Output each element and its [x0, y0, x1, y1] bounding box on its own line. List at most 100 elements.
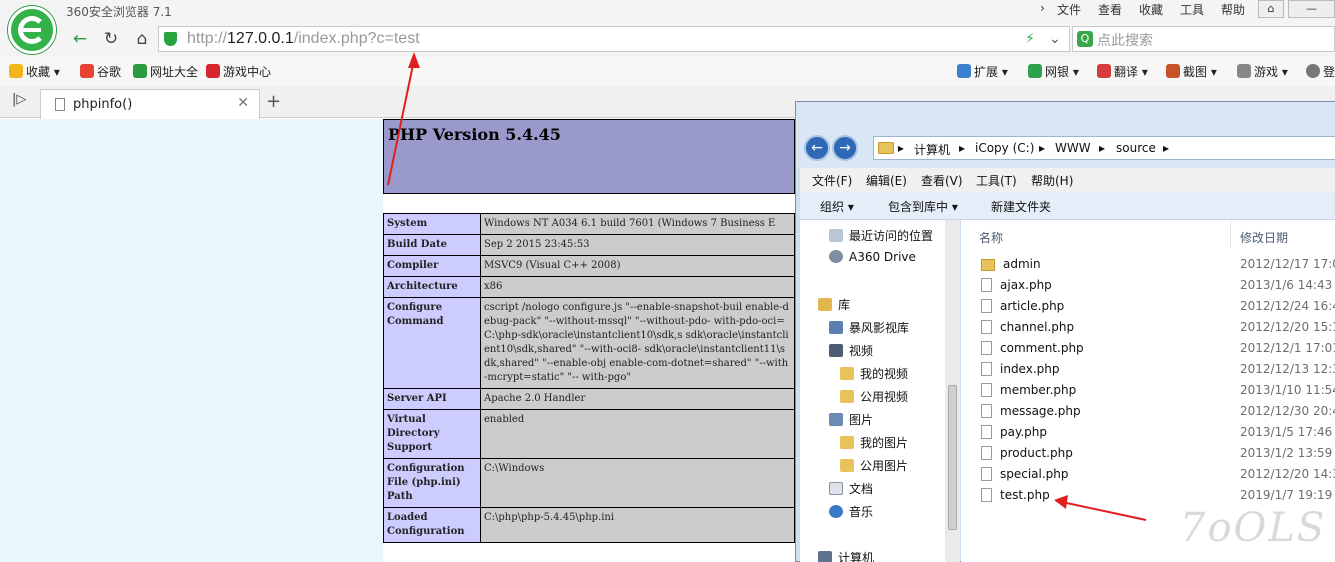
forward-arrow-icon[interactable]: →: [832, 135, 858, 161]
nav-my-videos[interactable]: 我的视频: [840, 365, 908, 382]
file-item[interactable]: test.php: [981, 488, 1050, 502]
file-item[interactable]: ajax.php: [981, 278, 1052, 292]
file-item[interactable]: message.php: [981, 404, 1081, 418]
crumb-drive[interactable]: iCopy (C:): [975, 141, 1034, 155]
organize-button[interactable]: 组织 ▾: [820, 198, 854, 215]
hao-icon: [133, 64, 147, 78]
folder-icon: [840, 436, 854, 449]
video-library-icon: [829, 321, 843, 334]
nav-pictures[interactable]: 图片: [829, 411, 873, 428]
menu-tools[interactable]: 工具(T): [976, 172, 1017, 189]
menu-tools[interactable]: 工具: [1180, 1, 1204, 18]
info-value: MSVC9 (Visual C++ 2008): [480, 255, 795, 277]
crumb-computer[interactable]: 计算机: [914, 141, 950, 158]
info-value: C:\php\php-5.4.45\php.ini: [480, 507, 795, 543]
explorer-address[interactable]: ▸ 计算机 ▸ iCopy (C:) ▸ WWW ▸ source ▸: [873, 136, 1335, 160]
google-icon: [80, 64, 94, 78]
file-item[interactable]: index.php: [981, 362, 1059, 376]
nav-library[interactable]: 库: [818, 296, 850, 313]
toolbar-games[interactable]: 游戏 ▾: [1237, 63, 1288, 80]
nav-scrollbar-thumb[interactable]: [948, 385, 957, 530]
column-divider[interactable]: [1230, 220, 1231, 248]
nav-baofeng[interactable]: 暴风影视库: [829, 319, 909, 336]
back-arrow-icon[interactable]: ←: [804, 135, 830, 161]
tab-phpinfo[interactable]: phpinfo() ✕: [40, 89, 260, 119]
refresh-icon[interactable]: ↻: [97, 27, 125, 51]
film-icon: [829, 344, 843, 357]
toolbar-translate[interactable]: 翻译 ▾: [1097, 63, 1148, 80]
chevron-down-icon[interactable]: ⌄: [1049, 31, 1061, 47]
file-item[interactable]: comment.php: [981, 341, 1084, 355]
url-text: http://127.0.0.1/index.php?c=test: [187, 30, 420, 47]
bookmark-hao[interactable]: 网址大全: [133, 63, 198, 80]
nav-videos[interactable]: 视频: [829, 342, 873, 359]
file-item[interactable]: pay.php: [981, 425, 1047, 439]
nav-music[interactable]: 音乐: [829, 503, 873, 520]
nav-public-videos[interactable]: 公用视频: [840, 388, 908, 405]
bookmark-games[interactable]: 游戏中心: [206, 63, 271, 80]
gamepad-icon: [1237, 64, 1251, 78]
file-icon: [981, 446, 992, 460]
close-icon[interactable]: ✕: [237, 95, 249, 111]
chevron-right-icon[interactable]: ›: [1040, 1, 1045, 15]
php-version-header: PHP Version 5.4.45: [383, 119, 795, 194]
chevron-right-icon[interactable]: ▸: [959, 141, 965, 155]
file-item[interactable]: channel.php: [981, 320, 1074, 334]
include-library-button[interactable]: 包含到库中 ▾: [888, 198, 958, 215]
file-item[interactable]: special.php: [981, 467, 1069, 481]
toolbar-login[interactable]: 登: [1306, 63, 1335, 80]
file-name: special.php: [1000, 467, 1069, 481]
file-item[interactable]: article.php: [981, 299, 1064, 313]
menu-help[interactable]: 帮助(H): [1031, 172, 1073, 189]
chevron-right-icon[interactable]: ▸: [1039, 141, 1045, 155]
toolbar-extensions[interactable]: 扩展 ▾: [957, 63, 1008, 80]
info-row: Compiler MSVC9 (Visual C++ 2008): [383, 255, 795, 277]
nav-public-pictures[interactable]: 公用图片: [840, 457, 908, 474]
home-icon[interactable]: ⌂: [128, 27, 156, 51]
info-key: Architecture: [383, 276, 481, 298]
info-value: Windows NT A034 6.1 build 7601 (Windows …: [480, 213, 795, 235]
sidebar-toggle-icon[interactable]: |▷: [12, 92, 26, 107]
toolbar-screenshot[interactable]: 截图 ▾: [1166, 63, 1217, 80]
skin-button[interactable]: ⌂: [1258, 0, 1284, 18]
lightning-icon[interactable]: ⚡: [1025, 31, 1035, 47]
file-icon: [981, 467, 992, 481]
browser-logo-icon[interactable]: [8, 6, 56, 54]
file-item[interactable]: member.php: [981, 383, 1076, 397]
folder-icon: [840, 390, 854, 403]
menu-help[interactable]: 帮助: [1221, 1, 1245, 18]
chevron-right-icon[interactable]: ▸: [1163, 141, 1169, 155]
minimize-button[interactable]: —: [1288, 0, 1335, 18]
menu-view[interactable]: 查看(V): [921, 172, 963, 189]
search-input[interactable]: Q 点此搜索: [1072, 26, 1335, 52]
file-item[interactable]: admin: [981, 257, 1041, 271]
nav-computer[interactable]: 计算机: [818, 549, 874, 562]
menu-edit[interactable]: 编辑(E): [866, 172, 907, 189]
toolbar-bank[interactable]: 网银 ▾: [1028, 63, 1079, 80]
column-name[interactable]: 名称: [979, 229, 1003, 246]
new-tab-icon[interactable]: +: [266, 91, 281, 112]
file-icon: [981, 425, 992, 439]
menu-file[interactable]: 文件: [1057, 1, 1081, 18]
menu-favorites[interactable]: 收藏: [1139, 1, 1163, 18]
nav-my-pictures[interactable]: 我的图片: [840, 434, 908, 451]
folder-icon: ▸: [878, 141, 904, 155]
crumb-source[interactable]: source: [1116, 141, 1156, 155]
nav-a360[interactable]: A360 Drive: [829, 250, 916, 264]
menu-view[interactable]: 查看: [1098, 1, 1122, 18]
info-key: Configuration File (php.ini) Path: [383, 458, 481, 508]
url-input[interactable]: http://127.0.0.1/index.php?c=test ⚡ ⌄: [158, 26, 1070, 52]
back-arrow-icon[interactable]: ←: [66, 27, 94, 51]
file-item[interactable]: product.php: [981, 446, 1073, 460]
crumb-www[interactable]: WWW: [1055, 141, 1091, 155]
column-date[interactable]: 修改日期: [1240, 229, 1288, 246]
menu-file[interactable]: 文件(F): [812, 172, 852, 189]
new-folder-button[interactable]: 新建文件夹: [991, 198, 1051, 215]
file-date: 2012/12/24 16:4: [1240, 299, 1335, 313]
nav-documents[interactable]: 文档: [829, 480, 873, 497]
nav-recent[interactable]: 最近访问的位置: [829, 227, 933, 244]
bookmark-google[interactable]: 谷歌: [80, 63, 121, 80]
chevron-right-icon[interactable]: ▸: [1099, 141, 1105, 155]
file-date: 2013/1/5 17:46: [1240, 425, 1333, 439]
bookmark-favorites[interactable]: 收藏 ▾: [9, 63, 60, 80]
